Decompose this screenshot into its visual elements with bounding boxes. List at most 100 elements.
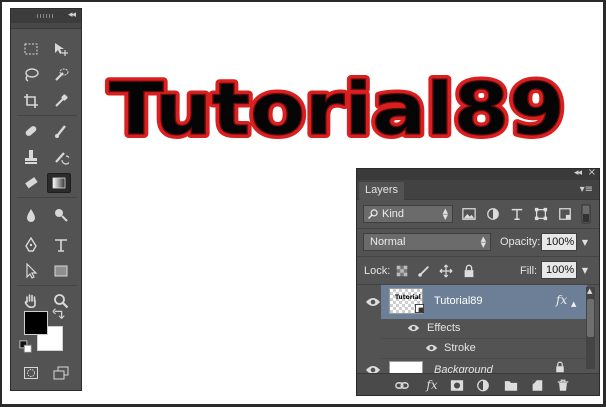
lock-label: Lock: [364, 265, 391, 277]
tool-path-selection[interactable] [19, 261, 43, 281]
search-icon [368, 209, 378, 219]
canvas-artwork[interactable]: Tutorial89 Tutorial89 [102, 63, 572, 155]
eye-icon[interactable] [407, 323, 420, 333]
tools-grip-bar[interactable] [11, 14, 81, 29]
tool-move[interactable] [49, 39, 73, 59]
tool-history-brush[interactable] [49, 147, 73, 167]
smart-object-badge-icon [415, 304, 424, 313]
tool-crop[interactable] [19, 91, 43, 111]
fill-dropdown-icon[interactable]: ▼ [578, 261, 592, 279]
crop-icon [24, 94, 38, 108]
tool-pen[interactable] [19, 235, 43, 255]
layer-row-tutorial89[interactable]: Tutorial Tutorial89 fx ▲ [357, 285, 587, 319]
tool-blur[interactable] [19, 205, 43, 225]
fx-icon[interactable]: fx [556, 293, 567, 307]
rectangular-marquee-icon [24, 43, 38, 55]
scroll-up-icon[interactable]: ▲ [587, 287, 592, 295]
collapse-panel-icon[interactable]: ◂◂ [68, 10, 76, 20]
lock-pixels-button[interactable] [416, 263, 432, 279]
expand-effects-icon[interactable]: ▲ [571, 300, 576, 308]
type-icon [511, 208, 523, 220]
link-layers-button[interactable] [394, 378, 410, 392]
tool-clone-stamp[interactable] [19, 147, 43, 167]
screen-mode-button[interactable] [49, 363, 73, 383]
quick-selection-icon [55, 68, 69, 81]
tool-spot-healing[interactable] [19, 121, 43, 141]
new-group-button[interactable] [503, 378, 519, 392]
trash-icon [557, 379, 569, 391]
lock-icon [556, 361, 564, 373]
tool-type[interactable] [49, 235, 73, 255]
new-adjustment-layer-button[interactable] [475, 378, 491, 392]
tab-layers[interactable]: Layers [359, 182, 405, 200]
panel-menu-icon[interactable]: ▾≡ [580, 184, 593, 195]
tool-hand[interactable] [19, 291, 43, 311]
new-layer-button[interactable] [529, 378, 545, 392]
tool-dodge[interactable] [49, 205, 73, 225]
tool-rectangle[interactable] [49, 261, 73, 281]
eraser-icon [25, 177, 38, 189]
blend-mode-label: Normal [370, 236, 406, 248]
quick-mask-icon [24, 367, 38, 379]
lasso-icon [25, 68, 39, 82]
folder-icon [504, 380, 518, 391]
add-mask-button[interactable] [449, 378, 465, 392]
lock-transparent-button[interactable] [394, 263, 410, 279]
filter-kind-select[interactable]: Kind ▲ ▼ [363, 205, 453, 223]
pen-icon [25, 237, 37, 252]
opacity-dropdown-icon[interactable]: ▼ [578, 233, 592, 251]
adjustment-icon [477, 379, 489, 391]
filter-shape-button[interactable] [533, 206, 549, 222]
select-spinner-icon: ▲ ▼ [442, 207, 448, 221]
clone-stamp-icon [25, 150, 37, 164]
history-brush-icon [55, 152, 69, 165]
filter-pixel-button[interactable] [461, 206, 477, 222]
collapse-layers-icon[interactable]: ◂◂ [574, 168, 582, 178]
shape-icon [534, 207, 548, 221]
foreground-color-swatch[interactable] [24, 311, 48, 335]
tools-divider [17, 197, 77, 198]
tool-eraser[interactable] [19, 173, 43, 193]
gradient-icon [52, 177, 66, 189]
layers-tab-bar: Layers ▾≡ [357, 180, 599, 200]
lock-all-button[interactable] [461, 263, 477, 279]
swap-colors-button[interactable] [52, 307, 66, 321]
quick-mask-button[interactable] [19, 363, 43, 383]
fx-icon: fx [426, 378, 438, 392]
brush-icon [55, 125, 66, 138]
filter-kind-label: Kind [382, 208, 405, 220]
tool-lasso[interactable] [19, 65, 43, 85]
default-colors-button[interactable] [19, 340, 33, 354]
path-selection-icon [26, 263, 38, 279]
opacity-input[interactable]: 100% [541, 233, 577, 251]
lock-position-button[interactable] [438, 263, 454, 279]
blend-mode-select[interactable]: Normal ▲ ▼ [363, 233, 491, 251]
tool-quick-selection[interactable] [49, 65, 73, 85]
filter-adjustment-button[interactable] [485, 206, 501, 222]
dodge-icon [55, 209, 68, 222]
add-layer-style-button[interactable]: fx [423, 378, 441, 392]
stroke-effect-row[interactable]: Stroke [357, 339, 587, 359]
close-panel-icon[interactable]: × [588, 167, 596, 178]
tool-brush[interactable] [49, 121, 73, 141]
scrollbar-thumb[interactable] [587, 299, 594, 337]
tool-gradient[interactable] [47, 173, 71, 193]
filter-smart-object-button[interactable] [557, 206, 573, 222]
screen-mode-icon [53, 366, 69, 380]
move-arrows-icon [439, 264, 453, 278]
eye-icon[interactable] [425, 343, 438, 353]
filter-type-button[interactable] [509, 206, 525, 222]
eye-icon[interactable] [365, 296, 381, 308]
delete-layer-button[interactable] [555, 378, 571, 392]
tool-eyedropper[interactable] [49, 91, 73, 111]
effects-row[interactable]: Effects [357, 319, 587, 339]
layer-name[interactable]: Tutorial89 [434, 295, 483, 307]
tool-rectangular-marquee[interactable] [19, 39, 43, 59]
layers-panel-titlebar[interactable]: ◂◂ × [357, 167, 599, 180]
grip-icon [37, 14, 53, 18]
thumbnail-text: Tutorial [395, 294, 421, 301]
filter-toggle-switch[interactable] [581, 204, 591, 224]
fill-input[interactable]: 100% [541, 261, 577, 279]
panel-divider [357, 256, 599, 257]
layers-scrollbar[interactable]: ▲ [586, 287, 595, 369]
